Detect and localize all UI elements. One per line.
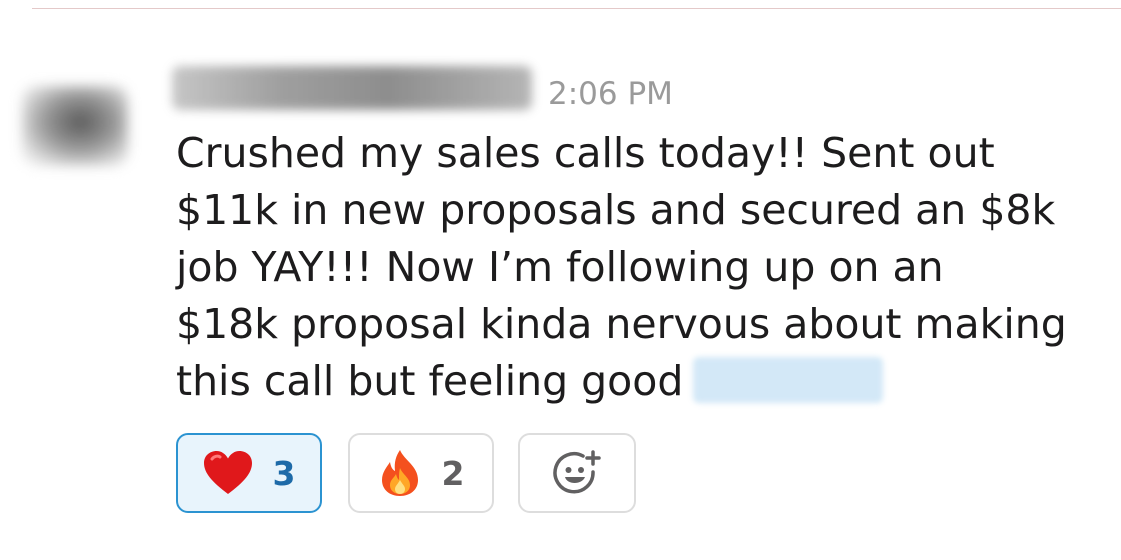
message-line: job YAY!!! Now I’m following up on an: [176, 243, 944, 291]
add-reaction-icon: [553, 450, 601, 496]
message-line: Crushed my sales calls today!! Sent out: [176, 129, 995, 177]
message-timestamp[interactable]: 2:06 PM: [548, 72, 673, 116]
message-line-last: this call but feeling good: [176, 353, 1096, 410]
message-line-text: this call but feeling good: [176, 357, 684, 405]
message-item: 2:06 PM Crushed my sales calls today!! S…: [0, 0, 1121, 560]
reaction-heart[interactable]: 3: [176, 433, 322, 513]
message-body: Crushed my sales calls today!! Sent out …: [176, 125, 1096, 410]
reaction-fire[interactable]: 2: [348, 433, 494, 513]
sender-name-redacted[interactable]: [172, 66, 532, 110]
user-mention-redacted[interactable]: [693, 357, 884, 403]
avatar[interactable]: [22, 86, 128, 166]
message-line: $11k in new proposals and secured an $8k: [176, 186, 1056, 234]
reaction-count: 2: [441, 453, 465, 493]
fire-emoji-icon: [378, 448, 422, 498]
add-reaction-button[interactable]: [518, 433, 636, 513]
reaction-count: 3: [272, 453, 296, 493]
heart-emoji-icon: [203, 450, 253, 496]
message-line: $18k proposal kinda nervous about making: [176, 300, 1067, 348]
